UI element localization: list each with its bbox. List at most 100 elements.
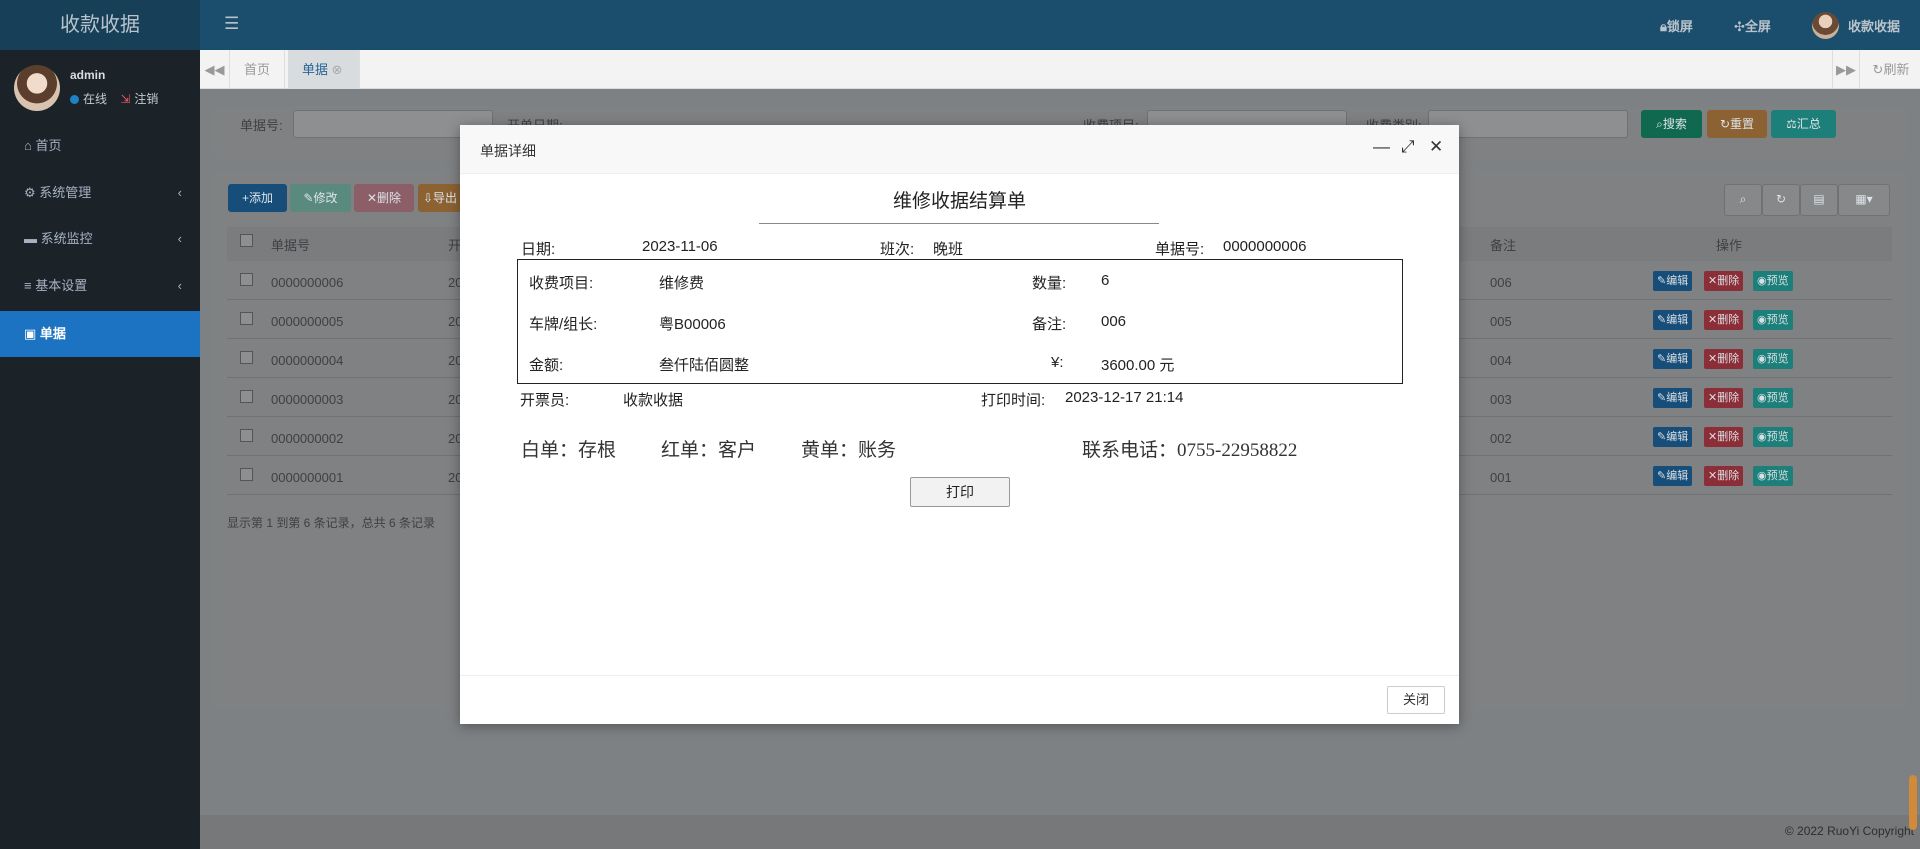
bill-no-label: 单据号:: [240, 118, 283, 133]
qty-label: 数量:: [1032, 275, 1067, 292]
receipt-box: [517, 259, 1403, 384]
close-icon[interactable]: ✕: [1429, 137, 1443, 157]
refresh-icon[interactable]: ↻: [1762, 184, 1800, 216]
reset-button[interactable]: ↻重置: [1707, 110, 1767, 138]
yen-label: ¥:: [1051, 354, 1064, 371]
row-checkbox[interactable]: [240, 390, 253, 403]
search-icon: ⌕: [1656, 117, 1663, 131]
sidebar-item-home[interactable]: ⌂ 首页: [0, 123, 200, 169]
download-icon: ⇩: [422, 191, 434, 205]
eye-icon: ◉: [1757, 392, 1767, 404]
bill-detail-dialog: 单据详细 — ⤢ ✕ 维修收据结算单 日期: 2023-11-06 班次: 晚班…: [460, 125, 1459, 724]
cell-bill-no: 0000000001: [271, 470, 344, 485]
row-preview-button[interactable]: ◉预览: [1753, 271, 1793, 291]
cell-remark: 004: [1490, 353, 1512, 368]
pagination-info: 显示第 1 到第 6 条记录，总共 6 条记录: [227, 516, 436, 530]
user-name: admin: [70, 68, 106, 82]
eye-icon: ◉: [1757, 314, 1767, 326]
search-toggle-icon[interactable]: ⌕: [1724, 184, 1762, 216]
row-preview-button[interactable]: ◉预览: [1753, 310, 1793, 330]
row-preview-button[interactable]: ◉预览: [1753, 427, 1793, 447]
edit-button[interactable]: ✎修改: [290, 184, 351, 212]
col-bill-no[interactable]: 单据号: [271, 235, 310, 254]
tab-scroll-right-icon[interactable]: ▶▶: [1832, 50, 1860, 89]
remark-label: 备注:: [1032, 316, 1067, 333]
dialog-footer-divider: [460, 675, 1459, 676]
refresh-tab-button[interactable]: ↻刷新: [1862, 50, 1920, 89]
tab-scroll-left-icon[interactable]: ◀◀: [200, 50, 230, 89]
lock-screen-button[interactable]: 🔒︎锁屏: [1660, 16, 1693, 35]
edit-icon: ✎: [1657, 353, 1667, 365]
row-delete-button[interactable]: ✕删除: [1704, 310, 1744, 330]
row-preview-button[interactable]: ◉预览: [1753, 349, 1793, 369]
fee-item-value: 维修费: [659, 275, 705, 292]
export-button[interactable]: ⇩导出: [418, 184, 462, 212]
avatar[interactable]: [1812, 12, 1839, 39]
balance-icon: ⚖: [1786, 117, 1797, 131]
row-checkbox[interactable]: [240, 468, 253, 481]
plate-value: 粤B00006: [659, 316, 726, 333]
user-avatar: [14, 65, 60, 111]
edit-icon: ✎: [1657, 275, 1667, 287]
row-edit-button[interactable]: ✎编辑: [1653, 310, 1693, 330]
tab-home[interactable]: 首页: [230, 50, 286, 89]
row-edit-button[interactable]: ✎编辑: [1653, 427, 1693, 447]
amount-label: 金额:: [529, 357, 564, 374]
sidebar-item-system[interactable]: ⚙ 系统管理 ‹: [0, 170, 200, 216]
sidebar-item-settings[interactable]: ≡ 基本设置 ‹: [0, 263, 200, 309]
plate-label: 车牌/组长:: [529, 316, 598, 333]
close-button[interactable]: 关闭: [1387, 686, 1445, 714]
card-icon: ▣: [24, 326, 40, 341]
col-remark[interactable]: 备注: [1490, 235, 1516, 254]
print-button[interactable]: 打印: [910, 477, 1010, 507]
times-icon: ✕: [1708, 314, 1718, 326]
times-icon: ✕: [1708, 431, 1718, 443]
col-ops: 操作: [1716, 238, 1743, 253]
row-checkbox[interactable]: [240, 429, 253, 442]
amount-value: 3600.00 元: [1101, 357, 1175, 374]
row-delete-button[interactable]: ✕删除: [1704, 427, 1744, 447]
scrollbar-thumb[interactable]: [1909, 775, 1917, 830]
minimize-icon[interactable]: —: [1373, 137, 1390, 157]
row-checkbox[interactable]: [240, 273, 253, 286]
hamburger-icon[interactable]: ☰: [224, 14, 239, 34]
summary-button[interactable]: ⚖汇总: [1771, 110, 1836, 138]
row-delete-button[interactable]: ✕删除: [1704, 388, 1744, 408]
delete-button[interactable]: ✕删除: [354, 184, 414, 212]
copy-white: 白单：存根: [521, 440, 617, 461]
row-delete-button[interactable]: ✕删除: [1704, 466, 1744, 486]
columns-icon[interactable]: ▦▾: [1838, 184, 1890, 216]
row-edit-button[interactable]: ✎编辑: [1653, 271, 1693, 291]
tab-bills[interactable]: 单据 ⊗: [288, 50, 360, 89]
row-edit-button[interactable]: ✎编辑: [1653, 388, 1693, 408]
contact-phone: 联系电话：0755-22958822: [1082, 440, 1298, 461]
issuer-value: 收款收据: [623, 392, 684, 409]
lock-icon: 🔒︎: [1660, 19, 1667, 34]
toggle-view-icon[interactable]: ▤: [1800, 184, 1838, 216]
print-time-value: 2023-12-17 21:14: [1065, 389, 1184, 406]
row-preview-button[interactable]: ◉预览: [1753, 466, 1793, 486]
fullscreen-button[interactable]: ✣全屏: [1734, 16, 1771, 35]
search-button[interactable]: ⌕搜索: [1641, 110, 1702, 138]
row-delete-button[interactable]: ✕删除: [1704, 271, 1744, 291]
edit-icon: ✎: [1657, 470, 1667, 482]
row-checkbox[interactable]: [240, 351, 253, 364]
cell-bill-no: 0000000006: [271, 275, 344, 290]
maximize-icon[interactable]: ⤢: [1401, 137, 1415, 157]
row-edit-button[interactable]: ✎编辑: [1653, 466, 1693, 486]
sidebar-item-monitor[interactable]: ▬ 系统监控 ‹: [0, 216, 200, 262]
copy-red: 红单：客户: [661, 440, 757, 461]
chevron-left-icon: ‹: [177, 185, 182, 200]
row-delete-button[interactable]: ✕删除: [1704, 349, 1744, 369]
cell-bill-no: 0000000003: [271, 392, 344, 407]
row-edit-button[interactable]: ✎编辑: [1653, 349, 1693, 369]
add-button[interactable]: +添加: [228, 184, 287, 212]
row-checkbox[interactable]: [240, 312, 253, 325]
logout-link[interactable]: 注销: [134, 92, 158, 106]
user-menu[interactable]: 收款收据: [1848, 16, 1900, 35]
sidebar-item-bills[interactable]: ▣ 单据: [0, 311, 200, 357]
eye-icon: ◉: [1757, 431, 1767, 443]
row-preview-button[interactable]: ◉预览: [1753, 388, 1793, 408]
select-all-checkbox[interactable]: [240, 234, 253, 247]
close-tab-icon[interactable]: ⊗: [332, 62, 343, 77]
